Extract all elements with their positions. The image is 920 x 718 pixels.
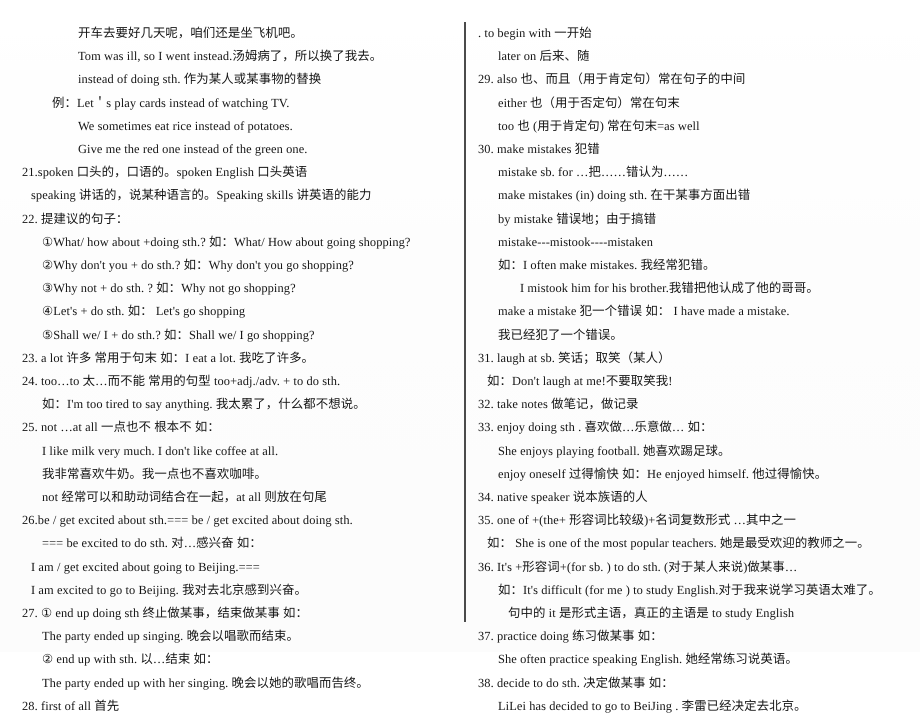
left-column-line: 25. not …at all 一点也不 根本不 如： [22,420,220,435]
left-column-line: 27. ① end up doing sth 终止做某事，结束做某事 如： [22,606,309,621]
right-column-line: make a mistake 犯一个错误 如： I have made a mi… [498,304,790,319]
left-column-line: 21.spoken 口头的，口语的。spoken English 口头英语 [22,165,308,180]
left-column-line: ③Why not + do sth. ? 如：Why not go shoppi… [42,281,296,296]
left-column-line: 24. too…to 太…而不能 常用的句型 too+adj./adv. + t… [22,374,341,389]
left-column-line: 开车去要好几天呢，咱们还是坐飞机吧。 [78,26,303,40]
column-divider-rule [464,22,466,622]
left-column-line: Tom was ill, so I went instead.汤姆病了，所以换了… [78,49,383,64]
right-column-line: 我已经犯了一个错误。 [498,327,623,342]
right-column-line: 如： She is one of the most popular teache… [487,536,870,551]
right-column-line: 36. It's +形容词+(for sb. ) to do sth. (对于某… [478,559,798,574]
right-column-line: 31. laugh at sb. 笑话；取笑（某人） [478,350,671,365]
left-column-line: not 经常可以和助动词结合在一起，at all 则放在句尾 [42,490,327,505]
right-column-line: 29. also 也、而且（用于肯定句）常在句子的中间 [478,72,746,87]
left-column: 开车去要好几天呢，咱们还是坐飞机吧。 Tom was ill, so I went… [0,0,460,713]
right-column-line: too 也 (用于肯定句) 常在句末=as well [498,118,700,133]
two-column-body: 开车去要好几天呢，咱们还是坐飞机吧。 Tom was ill, so I went… [0,0,920,713]
right-column-line: 句中的 it 是形式主语，真正的主语是 to study English [508,606,795,621]
right-column-line: 34. native speaker 说本族语的人 [478,490,648,505]
right-column-line: either 也（用于否定句）常在句末 [498,95,680,110]
right-column-line: LiLei has decided to go to BeiJing . 李雷已… [498,698,807,713]
left-column-line: The party ended up singing. 晚会以唱歌而结束。 [42,629,299,644]
right-column-line: 33. enjoy doing sth . 喜欢做…乐意做… 如： [478,420,713,435]
right-column-line: mistake sb. for …把……错认为…… [498,165,689,180]
left-column-line: I am excited to go to Beijing. 我对去北京感到兴奋… [31,582,307,597]
right-column-line: 35. one of +(the+ 形容词比较级)+名词复数形式 …其中之一 [478,513,796,528]
left-column-line: 22. 提建议的句子： [22,211,129,226]
left-column-line: === be excited to do sth. 对…感兴奋 如： [42,536,262,551]
right-column-line: 如：I often make mistakes. 我经常犯错。 [498,258,716,273]
right-column-line: 30. make mistakes 犯错 [478,142,600,157]
left-column-line: instead of doing sth. 作为某人或某事物的替换 [78,72,322,87]
left-column-line: I like milk very much. I don't like coff… [42,443,279,458]
left-column-line: Give me the red one instead of the green… [78,142,308,157]
right-column-line: 如：It's difficult (for me ) to study Engl… [498,582,881,597]
right-column-line: I mistook him for his brother.我错把他认成了他的哥… [520,281,819,296]
left-column-line: 26.be / get excited about sth.=== be / g… [22,513,353,528]
right-column-line: . to begin with 一开始 [478,26,592,40]
right-column-line: later on 后来、随 [498,49,590,64]
document-page: 开车去要好几天呢，咱们还是坐飞机吧。 Tom was ill, so I went… [0,0,920,713]
left-column-line: I am / get excited about going to Beijin… [31,559,260,574]
left-column-line: We sometimes eat rice instead of potatoe… [78,118,293,133]
right-column-line: 32. take notes 做笔记，做记录 [478,397,639,412]
left-column-line: 如：I'm too tired to say anything. 我太累了，什么… [42,397,366,412]
right-column-line: by mistake 错误地；由于搞错 [498,211,657,226]
left-column-line: 我非常喜欢牛奶。我一点也不喜欢咖啡。 [42,466,267,481]
right-column-line: 38. decide to do sth. 决定做某事 如： [478,675,674,690]
left-column-line: ④Let's + do sth. 如： Let's go shopping [42,304,246,319]
right-column: . to begin with 一开始 later on 后来、随 29. also… [460,0,920,713]
right-column-line: 37. practice doing 练习做某事 如： [478,629,663,644]
left-column-line: The party ended up with her singing. 晚会以… [42,675,369,690]
right-column-line: enjoy oneself 过得愉快 如：He enjoyed himself.… [498,466,828,481]
right-column-line: 如：Don't laugh at me!不要取笑我! [487,374,673,389]
left-column-line: ①What/ how about +doing sth.? 如：What/ Ho… [42,234,411,249]
right-column-line: mistake---mistook----mistaken [498,234,653,249]
left-column-line: speaking 讲话的，说某种语言的。Speaking skills 讲英语的… [31,188,372,203]
left-column-line: 23. a lot 许多 常用于句末 如：I eat a lot. 我吃了许多。 [22,350,315,365]
left-column-line: ②Why don't you + do sth.? 如：Why don't yo… [42,258,354,273]
right-column-line: She enjoys playing football. 她喜欢踢足球。 [498,443,731,458]
right-column-line: make mistakes (in) doing sth. 在干某事方面出错 [498,188,751,203]
left-column-line: 28. first of all 首先 [22,698,120,713]
left-column-line: 例：Let＇s play cards instead of watching T… [52,95,290,110]
left-column-line: ⑤Shall we/ I + do sth.? 如：Shall we/ I go… [42,327,315,342]
